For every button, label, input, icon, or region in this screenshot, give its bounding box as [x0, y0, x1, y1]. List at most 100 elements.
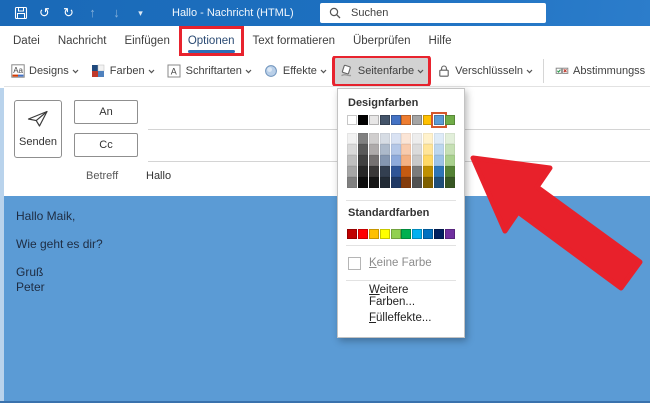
variant-color-swatch[interactable]: [445, 177, 455, 188]
variant-color-swatch[interactable]: [391, 144, 401, 155]
theme-color-swatch[interactable]: [401, 115, 411, 125]
variant-color-swatch[interactable]: [434, 133, 444, 144]
undo-icon[interactable]: ↺: [37, 5, 52, 21]
variant-color-swatch[interactable]: [401, 133, 411, 144]
variant-color-swatch[interactable]: [445, 155, 455, 166]
variant-color-swatch[interactable]: [391, 133, 401, 144]
variant-color-swatch[interactable]: [380, 155, 390, 166]
menu-item-fülleffekte[interactable]: Fülleffekte...: [338, 307, 464, 329]
variant-color-swatch[interactable]: [369, 155, 379, 166]
variant-color-swatch[interactable]: [369, 177, 379, 188]
ribbon-button-farben[interactable]: Farben: [86, 57, 160, 85]
tab-hilfe[interactable]: Hilfe: [420, 26, 461, 56]
ribbon-button-effekte[interactable]: Effekte: [259, 57, 332, 85]
variant-color-swatch[interactable]: [380, 177, 390, 188]
variant-color-swatch[interactable]: [445, 133, 455, 144]
variant-color-swatch[interactable]: [401, 166, 411, 177]
variant-color-swatch[interactable]: [434, 155, 444, 166]
variant-color-swatch[interactable]: [445, 166, 455, 177]
variant-color-swatch[interactable]: [434, 166, 444, 177]
ribbon-button-abstimmungss[interactable]: Abstimmungss: [549, 57, 650, 85]
standard-color-swatch[interactable]: [401, 229, 411, 239]
arrow-up-icon[interactable]: ↑: [85, 5, 100, 21]
ribbon-button-designs[interactable]: AaDesigns: [5, 57, 84, 85]
theme-color-swatch[interactable]: [380, 115, 390, 125]
theme-color-swatch[interactable]: [358, 115, 368, 125]
variant-color-swatch[interactable]: [434, 144, 444, 155]
standard-color-swatch[interactable]: [412, 229, 422, 239]
save-icon[interactable]: [13, 5, 28, 21]
variant-color-swatch[interactable]: [423, 166, 433, 177]
variant-color-swatch[interactable]: [412, 133, 422, 144]
variant-color-swatch[interactable]: [412, 177, 422, 188]
variant-color-swatch[interactable]: [369, 166, 379, 177]
redo-icon[interactable]: ↻: [61, 5, 76, 21]
variant-color-swatch[interactable]: [369, 144, 379, 155]
arrow-down-icon[interactable]: ↓: [109, 5, 124, 21]
standard-color-swatch[interactable]: [391, 229, 401, 239]
theme-color-swatch[interactable]: [412, 115, 422, 125]
variant-color-swatch[interactable]: [347, 144, 357, 155]
theme-color-swatch[interactable]: [391, 115, 401, 125]
variant-color-swatch[interactable]: [401, 177, 411, 188]
variant-color-swatch[interactable]: [358, 144, 368, 155]
menu-item-weitere-farben[interactable]: Weitere Farben...: [338, 285, 464, 307]
variant-color-swatch[interactable]: [358, 133, 368, 144]
variant-color-swatch[interactable]: [445, 144, 455, 155]
theme-color-swatch[interactable]: [347, 115, 357, 125]
standard-color-swatch[interactable]: [423, 229, 433, 239]
variant-color-swatch[interactable]: [347, 166, 357, 177]
ribbon-button-schriftarten[interactable]: ASchriftarten: [162, 57, 257, 85]
menu-item-keine-farbe[interactable]: Keine Farbe: [338, 252, 464, 274]
variant-color-swatch[interactable]: [401, 144, 411, 155]
theme-color-swatch[interactable]: [445, 115, 455, 125]
send-button[interactable]: Senden: [14, 100, 62, 158]
subject-field[interactable]: Hallo: [146, 170, 171, 182]
variant-color-swatch[interactable]: [401, 155, 411, 166]
variant-color-swatch[interactable]: [423, 177, 433, 188]
tab-text-formatieren[interactable]: Text formatieren: [244, 26, 344, 56]
variant-color-swatch[interactable]: [434, 177, 444, 188]
standard-color-swatch[interactable]: [358, 229, 368, 239]
tab-nachricht[interactable]: Nachricht: [49, 26, 116, 56]
variant-color-swatch[interactable]: [380, 133, 390, 144]
variant-color-swatch[interactable]: [391, 155, 401, 166]
variant-color-swatch[interactable]: [423, 155, 433, 166]
cc-button[interactable]: Cc: [74, 133, 138, 157]
variant-color-swatch[interactable]: [347, 155, 357, 166]
theme-color-swatch[interactable]: [434, 115, 444, 125]
message-body[interactable]: Hallo Maik,Wie geht es dir?GrußPeter: [4, 196, 650, 403]
variant-color-swatch[interactable]: [380, 166, 390, 177]
standard-color-swatch[interactable]: [445, 229, 455, 239]
variant-color-swatch[interactable]: [358, 155, 368, 166]
variant-color-swatch[interactable]: [380, 144, 390, 155]
variant-color-swatch[interactable]: [412, 155, 422, 166]
tab-überprüfen[interactable]: Überprüfen: [344, 26, 420, 56]
tab-optionen[interactable]: Optionen: [179, 26, 244, 56]
tab-einfügen[interactable]: Einfügen: [115, 26, 178, 56]
variant-color-swatch[interactable]: [423, 144, 433, 155]
to-button[interactable]: An: [74, 100, 138, 124]
standard-color-swatch[interactable]: [347, 229, 357, 239]
search-bar[interactable]: [320, 3, 546, 23]
theme-color-swatch[interactable]: [369, 115, 379, 125]
search-input[interactable]: [349, 6, 503, 20]
standard-color-swatch[interactable]: [380, 229, 390, 239]
variant-color-swatch[interactable]: [369, 133, 379, 144]
variant-color-swatch[interactable]: [412, 166, 422, 177]
chevron-down-icon[interactable]: ▾: [133, 5, 148, 21]
standard-color-swatch[interactable]: [434, 229, 444, 239]
variant-color-swatch[interactable]: [391, 177, 401, 188]
variant-color-swatch[interactable]: [412, 144, 422, 155]
tab-datei[interactable]: Datei: [4, 26, 49, 56]
theme-color-swatch[interactable]: [423, 115, 433, 125]
variant-color-swatch[interactable]: [358, 166, 368, 177]
variant-color-swatch[interactable]: [347, 133, 357, 144]
variant-color-swatch[interactable]: [423, 133, 433, 144]
ribbon-button-verschlüsseln[interactable]: Verschlüsseln: [431, 57, 538, 85]
variant-color-swatch[interactable]: [358, 177, 368, 188]
ribbon-button-seitenfarbe[interactable]: Seitenfarbe: [334, 57, 429, 85]
variant-color-swatch[interactable]: [347, 177, 357, 188]
variant-color-swatch[interactable]: [391, 166, 401, 177]
standard-color-swatch[interactable]: [369, 229, 379, 239]
